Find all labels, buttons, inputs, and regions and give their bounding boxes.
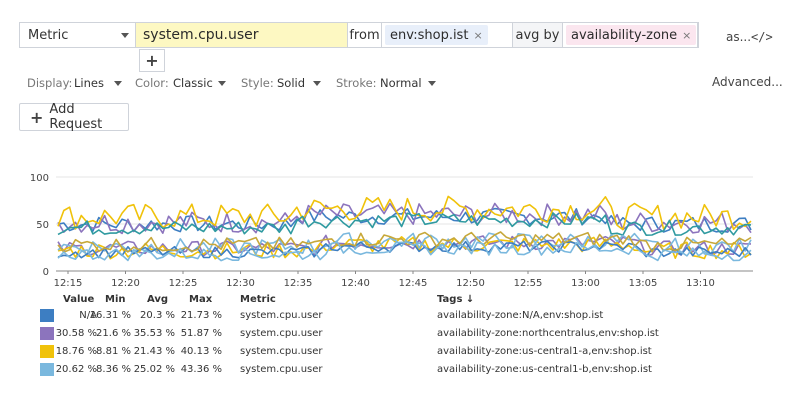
legend-cell-metric: system.cpu.user [240,346,323,357]
x-tick-label: 12:30 [226,278,255,289]
y-tick-label: 100 [30,173,49,184]
chevron-down-icon[interactable] [114,81,122,86]
legend-header-max: Max [189,294,213,305]
legend-swatch[interactable] [40,363,54,376]
add-query-button[interactable]: + [139,49,165,72]
remove-group-icon[interactable]: × [682,29,691,42]
timeseries-chart[interactable]: 100 50 0 12:15 12:20 12:25 12:30 12:35 12:40 12:4… [0,165,799,290]
legend-cell-max: 43.36 % [180,364,222,375]
y-tick-label: 50 [36,220,49,231]
group-tag-chip[interactable]: availability-zone × [566,25,697,45]
x-tick-label: 13:00 [571,278,600,289]
display-label: Display: [27,76,73,90]
x-tick-label: 12:20 [111,278,140,289]
x-tick-label: 13:05 [629,278,658,289]
legend-header-min: Min [105,294,126,305]
color-select[interactable]: Classic [173,76,213,90]
legend-cell-min: 16.31 % [89,310,131,321]
legend-cell-avg: 20.3 % [140,310,175,321]
add-request-button[interactable]: + Add Request [19,102,129,132]
legend-swatch[interactable] [40,345,54,358]
x-tick-label: 12:50 [456,278,485,289]
plus-icon: + [30,107,44,127]
legend-cell-value: 18.76 % [55,346,97,357]
legend-cell-tags: availability-zone:northcentralus,env:sho… [437,328,659,339]
style-select[interactable]: Solid [277,76,305,90]
legend-swatch[interactable] [40,327,54,340]
scope-tag-label: env:shop.ist [390,27,469,43]
legend-cell-max: 40.13 % [180,346,222,357]
group-tag-label: availability-zone [571,27,678,43]
display-select[interactable]: Lines [74,76,104,90]
x-tick-label: 12:45 [399,278,428,289]
query-spacer [697,22,699,48]
chevron-down-icon[interactable] [428,81,436,86]
legend-header-metric: Metric [240,294,276,305]
add-request-label: Add Request [49,102,103,132]
x-tick-label: 12:40 [341,278,370,289]
x-tick-label: 12:35 [284,278,313,289]
stroke-label: Stroke: [336,76,377,90]
color-label: Color: [135,76,169,90]
x-tick-label: 12:55 [514,278,543,289]
alias-link[interactable]: as... [726,30,751,44]
query-editor: Metric system.cpu.user from env:shop.ist… [19,22,699,48]
legend-header-tags[interactable]: Tags ↓ [437,294,474,305]
x-tick-label: 12:25 [169,278,198,289]
scope-tag-chip[interactable]: env:shop.ist × [385,25,488,45]
legend-cell-min: 8.81 % [96,346,131,357]
legend-cell-avg: 21.43 % [133,346,175,357]
legend-cell-min: 8.36 % [96,364,131,375]
metric-name-value: system.cpu.user [143,27,259,43]
legend-cell-metric: system.cpu.user [240,328,323,339]
metric-type-select[interactable]: Metric [19,22,136,48]
metric-name-input[interactable]: system.cpu.user [135,22,348,48]
legend-header-value: Value [63,294,95,305]
y-tick-label: 0 [43,267,49,278]
aggregator-select[interactable]: avg by [512,22,563,48]
legend-header-avg: Avg [147,294,169,305]
chevron-down-icon [121,33,129,38]
remove-tag-icon[interactable]: × [473,29,482,42]
metric-type-label: Metric [28,27,69,43]
legend-cell-max: 51.87 % [180,328,222,339]
x-tick-label: 12:15 [54,278,83,289]
advanced-link[interactable]: Advanced... [712,75,783,89]
legend-cell-min: 21.6 % [96,328,131,339]
legend-cell-tags: availability-zone:us-central1-b,env:shop… [437,364,652,375]
legend-cell-metric: system.cpu.user [240,310,323,321]
legend-cell-max: 21.73 % [180,310,222,321]
legend-cell-tags: availability-zone:N/A,env:shop.ist [437,310,604,321]
scope-input[interactable]: env:shop.ist × [381,22,513,48]
legend-cell-tags: availability-zone:us-central1-a,env:shop… [437,346,652,357]
style-label: Style: [241,76,274,90]
chevron-down-icon[interactable] [313,81,321,86]
legend-cell-metric: system.cpu.user [240,364,323,375]
chevron-down-icon[interactable] [218,81,226,86]
group-by-input[interactable]: availability-zone × [562,22,698,48]
legend-cell-avg: 35.53 % [133,328,175,339]
legend-cell-value: 30.58 % [55,328,97,339]
code-icon[interactable]: </> [751,30,773,44]
legend-cell-avg: 25.02 % [133,364,175,375]
stroke-select[interactable]: Normal [380,76,422,90]
legend-swatch[interactable] [40,309,54,322]
from-label: from [347,22,382,48]
legend-cell-value: 20.62 % [55,364,97,375]
x-tick-label: 13:10 [686,278,715,289]
